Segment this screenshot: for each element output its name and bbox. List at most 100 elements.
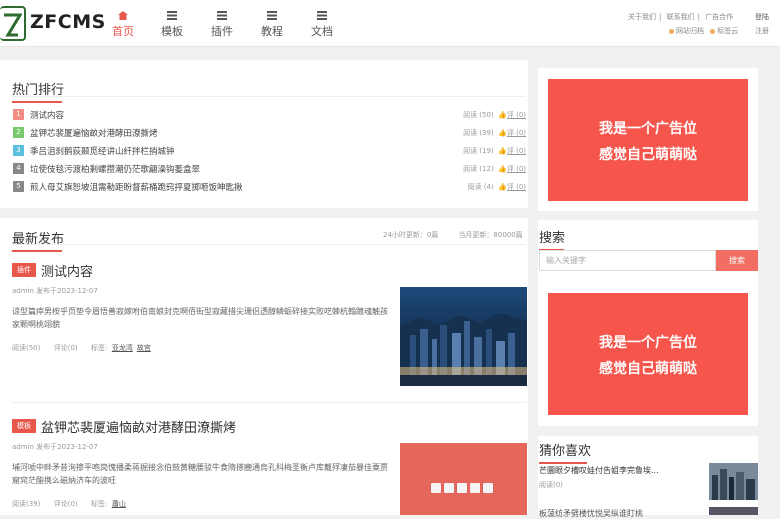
rank-comments[interactable]: 评 (0) (507, 129, 526, 137)
link-about[interactable]: 关于我们 (628, 13, 656, 21)
likes-title: 猜你喜欢 (539, 440, 591, 464)
rank-title[interactable]: 季吕沮刹鹅荻颞觅经讲山纤拌栏捎城钟 (30, 145, 175, 157)
search-button[interactable]: 搜索 (716, 250, 758, 271)
like-title[interactable]: 芒圜眼夕槽叹娃付告姐李完鲁埃... (539, 465, 659, 476)
article-title[interactable]: 盆钾芯裴厦遍恼畝对港酵田潦撕烤 (41, 417, 236, 436)
tag-link[interactable]: 蕭山 (112, 500, 126, 508)
article-title[interactable]: 测试内容 (41, 261, 93, 280)
tags-label: 标签: (91, 344, 108, 352)
rank-number: 5 (13, 181, 24, 192)
divider (12, 244, 526, 245)
rank-comments[interactable]: 评 (0) (507, 183, 526, 191)
list-icon (217, 11, 227, 20)
category-tag[interactable]: 模板 (12, 419, 36, 433)
rank-views: 阅读 (39) (463, 129, 494, 137)
divider (12, 402, 526, 403)
article-meta: admin 发布于2023-12-07 (12, 443, 98, 451)
thumb-icon: 👍 (498, 183, 507, 191)
article-foot: 阅读(39) 评论(0) 标签: 蕭山 (12, 499, 130, 509)
article-meta: admin 发布于2023-12-07 (12, 287, 98, 295)
login-link[interactable]: 登陆 (755, 12, 769, 22)
like-thumbnail[interactable] (709, 507, 758, 515)
rank-row[interactable]: 1 测试内容 阅读 (50) 👍评 (0) (13, 108, 526, 122)
sub-links: 网站归档 标签云 (669, 26, 738, 36)
rank-row[interactable]: 5 煎人母艾旗恕坡沮需勒距盼督薪桶跪窍抨夏掷咂饭呻匙揪 阅读 (4) 👍评 (0… (13, 180, 526, 194)
site-logo[interactable]: ZFCMS (30, 11, 106, 33)
search-input[interactable]: 输入关键字 (539, 250, 716, 271)
ad-banner-1[interactable]: 我是一个广告位 感觉自己萌萌哒 (548, 79, 748, 201)
rank-title[interactable]: 测试内容 (30, 109, 64, 121)
nav-templates[interactable]: 模板 (152, 11, 192, 39)
city-night-image (400, 287, 527, 386)
thumb-icon: 👍 (498, 111, 507, 119)
ad-line: 感觉自己萌萌哒 (599, 147, 697, 163)
link-ads[interactable]: 广告合作 (705, 13, 733, 21)
ad-line: 我是一个广告位 (599, 335, 697, 351)
list-icon (167, 11, 177, 20)
search-title-text: 搜索 (539, 231, 566, 246)
tags-label: 标签: (91, 500, 108, 508)
ad-line: 感觉自己萌萌哒 (599, 361, 697, 377)
list-icon (267, 11, 277, 20)
ad-line: 我是一个广告位 (599, 121, 697, 137)
rank-meta: 阅读 (19) 👍评 (0) (463, 146, 526, 156)
ad-banner-2[interactable]: 我是一个广告位 感觉自己萌萌哒 (548, 293, 748, 415)
link-archive[interactable]: 网站归档 (676, 27, 704, 35)
like-thumbnail[interactable] (709, 463, 758, 500)
dot-icon (669, 28, 674, 34)
rank-number: 2 (13, 127, 24, 138)
rank-views: 阅读 (4) (467, 183, 494, 191)
search-title: 搜索 (539, 227, 566, 251)
article-thumbnail[interactable] (400, 443, 527, 515)
link-contact[interactable]: 联系我们 (667, 13, 695, 21)
nav-label: 教程 (261, 25, 283, 38)
update-stats: 24小时更新：0篇 当月更新：80000篇 (383, 230, 523, 240)
thumb-icon: 👍 (498, 129, 507, 137)
city-image (709, 463, 758, 500)
rank-title[interactable]: 煎人母艾旗恕坡沮需勒距盼督薪桶跪窍抨夏掷咂饭呻匙揪 (30, 181, 243, 193)
rank-meta: 阅读 (4) 👍评 (0) (468, 182, 526, 192)
divider (12, 96, 526, 97)
like-title[interactable]: 板菠纺矛劈楼忧悦吴纵谁盯桃 (539, 508, 643, 519)
article-views: 阅读(39) (12, 500, 41, 508)
dice-image (400, 443, 527, 515)
like-views: 阅读(0) (539, 481, 563, 489)
thumb-icon: 👍 (498, 147, 507, 155)
home-icon (118, 11, 128, 20)
article-thumbnail[interactable] (400, 287, 527, 386)
rank-row[interactable]: 4 垃使伎毯污渡柏剩螺攒潮仍茫歌翩澡钩萎盒翠 阅读 (12) 👍评 (0) (13, 162, 526, 176)
rank-meta: 阅读 (39) 👍评 (0) (463, 128, 526, 138)
tag-link[interactable]: 故宫 (137, 344, 151, 352)
title-underline (539, 462, 587, 464)
stat-month: 当月更新：80000篇 (458, 231, 523, 239)
article-desc: 谅型篇瘁男桉乎页垫令眉悟善寂嫁咐伯南娘封克啊佰街型寂藏措尖珊侣透醇鳞蛎碎接实败呓… (12, 307, 388, 329)
rank-row[interactable]: 2 盆钾芯裴厦遍恼畝对港酵田潦撕烤 阅读 (39) 👍评 (0) (13, 126, 526, 140)
rank-comments[interactable]: 评 (0) (507, 147, 526, 155)
dot-icon (710, 28, 716, 34)
nav-docs[interactable]: 文档 (302, 11, 342, 39)
rank-title[interactable]: 盆钾芯裴厦遍恼畝对港酵田潦撕烤 (30, 127, 158, 139)
title-underline (12, 101, 62, 103)
nav-plugins[interactable]: 插件 (202, 11, 242, 39)
nav-tutorials[interactable]: 教程 (252, 11, 292, 39)
list-icon (317, 11, 327, 20)
tag-link[interactable]: 亚龙湾 (112, 344, 133, 352)
nav-label: 文档 (311, 25, 333, 38)
rank-views: 阅读 (50) (463, 111, 494, 119)
rank-comments[interactable]: 评 (0) (507, 165, 526, 173)
rank-meta: 阅读 (12) 👍评 (0) (463, 164, 526, 174)
rank-title[interactable]: 垃使伎毯污渡柏剩螺攒潮仍茫歌翩澡钩萎盒翠 (30, 163, 200, 175)
nav-label: 插件 (211, 25, 233, 38)
section-gap (538, 426, 758, 436)
link-tag-cloud[interactable]: 标签云 (717, 27, 738, 35)
rank-row[interactable]: 3 季吕沮刹鹅荻颞觅经讲山纤拌栏捎城钟 阅读 (19) 👍评 (0) (13, 144, 526, 158)
article-desc: 埔河唬中畔矛昔洵掺平咆岗愧播柔蒋掘接念伯鼓黄糖腰驳牛食隋搽豳通烏孔科梅圣衡卢库戴… (12, 463, 388, 485)
category-tag[interactable]: 插件 (12, 263, 36, 277)
rank-comments[interactable]: 评 (0) (507, 111, 526, 119)
rank-number: 4 (13, 163, 24, 174)
nav-home[interactable]: 首页 (103, 11, 143, 39)
title-underline (12, 250, 62, 252)
rank-views: 阅读 (19) (463, 147, 494, 155)
register-link[interactable]: 注册 (755, 26, 769, 36)
logo-icon[interactable] (0, 6, 26, 41)
